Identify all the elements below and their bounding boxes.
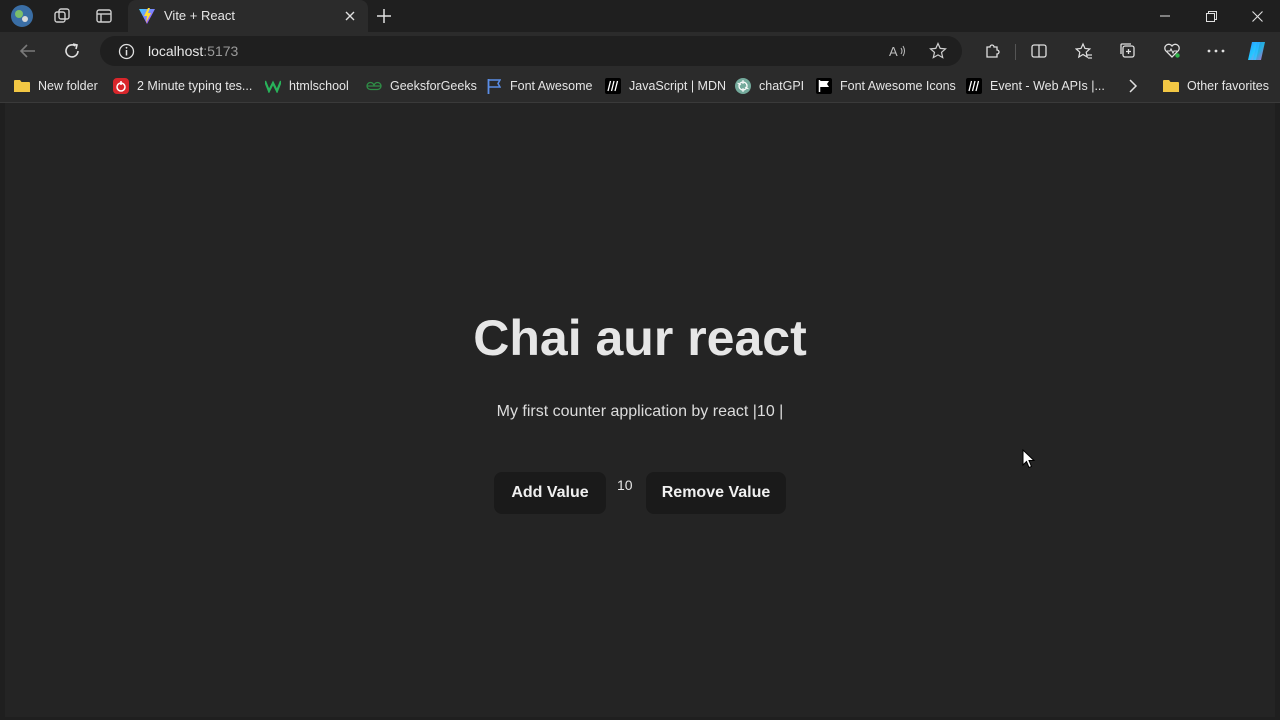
bookmark-label: htmlschool bbox=[289, 79, 349, 93]
collections-icon[interactable] bbox=[1114, 37, 1142, 65]
address-bar[interactable]: localhost:5173 A bbox=[100, 36, 962, 66]
typing-test-icon bbox=[113, 78, 129, 94]
browser-tab[interactable]: Vite + React bbox=[128, 0, 368, 32]
restore-button[interactable] bbox=[1188, 0, 1234, 32]
font-awesome-flag-icon bbox=[486, 78, 502, 94]
extensions-icon[interactable] bbox=[978, 37, 1006, 65]
favorite-star-icon[interactable] bbox=[928, 41, 948, 61]
tab-title: Vite + React bbox=[164, 8, 235, 23]
bookmark-geeksforgeeks[interactable]: GeeksforGeeks bbox=[366, 76, 477, 96]
workspaces-icon[interactable] bbox=[50, 4, 74, 28]
bookmark-javascript-mdn[interactable]: JavaScript | MDN bbox=[605, 76, 726, 96]
page-title: Chai aur react bbox=[473, 310, 807, 366]
bookmark-label: Other favorites bbox=[1187, 79, 1269, 93]
geeksforgeeks-icon bbox=[366, 78, 382, 94]
bookmark-label: Event - Web APIs |... bbox=[990, 79, 1105, 93]
folder-icon bbox=[1163, 78, 1179, 94]
chatgpt-icon bbox=[735, 78, 751, 94]
title-bar: Vite + React bbox=[0, 0, 1280, 32]
bookmarks-bar: New folder 2 Minute typing tes... htmlsc… bbox=[0, 70, 1280, 103]
back-button[interactable] bbox=[14, 37, 42, 65]
more-options-icon[interactable] bbox=[1202, 37, 1230, 65]
bookmark-label: GeeksforGeeks bbox=[390, 79, 477, 93]
bookmark-label: New folder bbox=[38, 79, 98, 93]
bookmark-chatgpt[interactable]: chatGPI bbox=[735, 76, 804, 96]
folder-icon bbox=[14, 78, 30, 94]
new-tab-button[interactable] bbox=[372, 4, 396, 28]
favorites-icon[interactable] bbox=[1070, 37, 1098, 65]
url-text: localhost:5173 bbox=[148, 43, 238, 59]
bookmark-new-folder[interactable]: New folder bbox=[14, 76, 98, 96]
mdn-icon bbox=[966, 78, 982, 94]
bookmark-typing-test[interactable]: 2 Minute typing tes... bbox=[113, 76, 252, 96]
htmlschool-icon bbox=[265, 78, 281, 94]
page-subtitle: My first counter application by react |1… bbox=[496, 403, 784, 420]
mdn-icon bbox=[605, 78, 621, 94]
refresh-button[interactable] bbox=[58, 37, 86, 65]
navigation-bar: localhost:5173 A bbox=[0, 32, 1280, 70]
bookmark-label: Font Awesome Icons bbox=[840, 79, 956, 93]
close-tab-icon[interactable] bbox=[340, 6, 360, 26]
minimize-button[interactable] bbox=[1142, 0, 1188, 32]
bookmark-event-web-apis[interactable]: Event - Web APIs |... bbox=[966, 76, 1105, 96]
site-info-icon[interactable] bbox=[116, 41, 136, 61]
close-window-button[interactable] bbox=[1234, 0, 1280, 32]
bookmark-htmlschool[interactable]: htmlschool bbox=[265, 76, 349, 96]
tab-actions-icon[interactable] bbox=[92, 4, 116, 28]
bookmark-other-favorites[interactable]: Other favorites bbox=[1163, 76, 1269, 96]
bookmark-label: Font Awesome bbox=[510, 79, 593, 93]
read-aloud-icon[interactable]: A bbox=[888, 41, 908, 61]
vite-logo-icon bbox=[139, 8, 155, 24]
more-bookmarks-chevron-icon[interactable] bbox=[1128, 76, 1138, 96]
page-viewport: Chai aur react My first counter applicat… bbox=[5, 103, 1275, 717]
bookmark-font-awesome[interactable]: Font Awesome bbox=[486, 76, 592, 96]
bookmark-font-awesome-icons[interactable]: Font Awesome Icons bbox=[816, 76, 956, 96]
url-port: :5173 bbox=[203, 43, 239, 59]
bookmark-label: chatGPI bbox=[759, 79, 805, 93]
counter-value: 10 bbox=[617, 477, 633, 493]
bookmark-label: 2 Minute typing tes... bbox=[137, 79, 253, 93]
split-screen-icon[interactable] bbox=[1025, 37, 1053, 65]
add-value-button[interactable]: Add Value bbox=[494, 472, 606, 514]
svg-text:A: A bbox=[889, 44, 898, 59]
url-host: localhost bbox=[148, 43, 204, 59]
toolbar-divider bbox=[1015, 44, 1016, 60]
copilot-icon[interactable] bbox=[1244, 37, 1272, 65]
profile-avatar-icon[interactable] bbox=[10, 4, 34, 28]
mouse-cursor-icon bbox=[1022, 449, 1036, 469]
font-awesome-flag-icon bbox=[816, 78, 832, 94]
browser-essentials-icon[interactable] bbox=[1158, 37, 1186, 65]
bookmark-label: JavaScript | MDN bbox=[629, 79, 727, 93]
remove-value-button[interactable]: Remove Value bbox=[646, 472, 786, 514]
